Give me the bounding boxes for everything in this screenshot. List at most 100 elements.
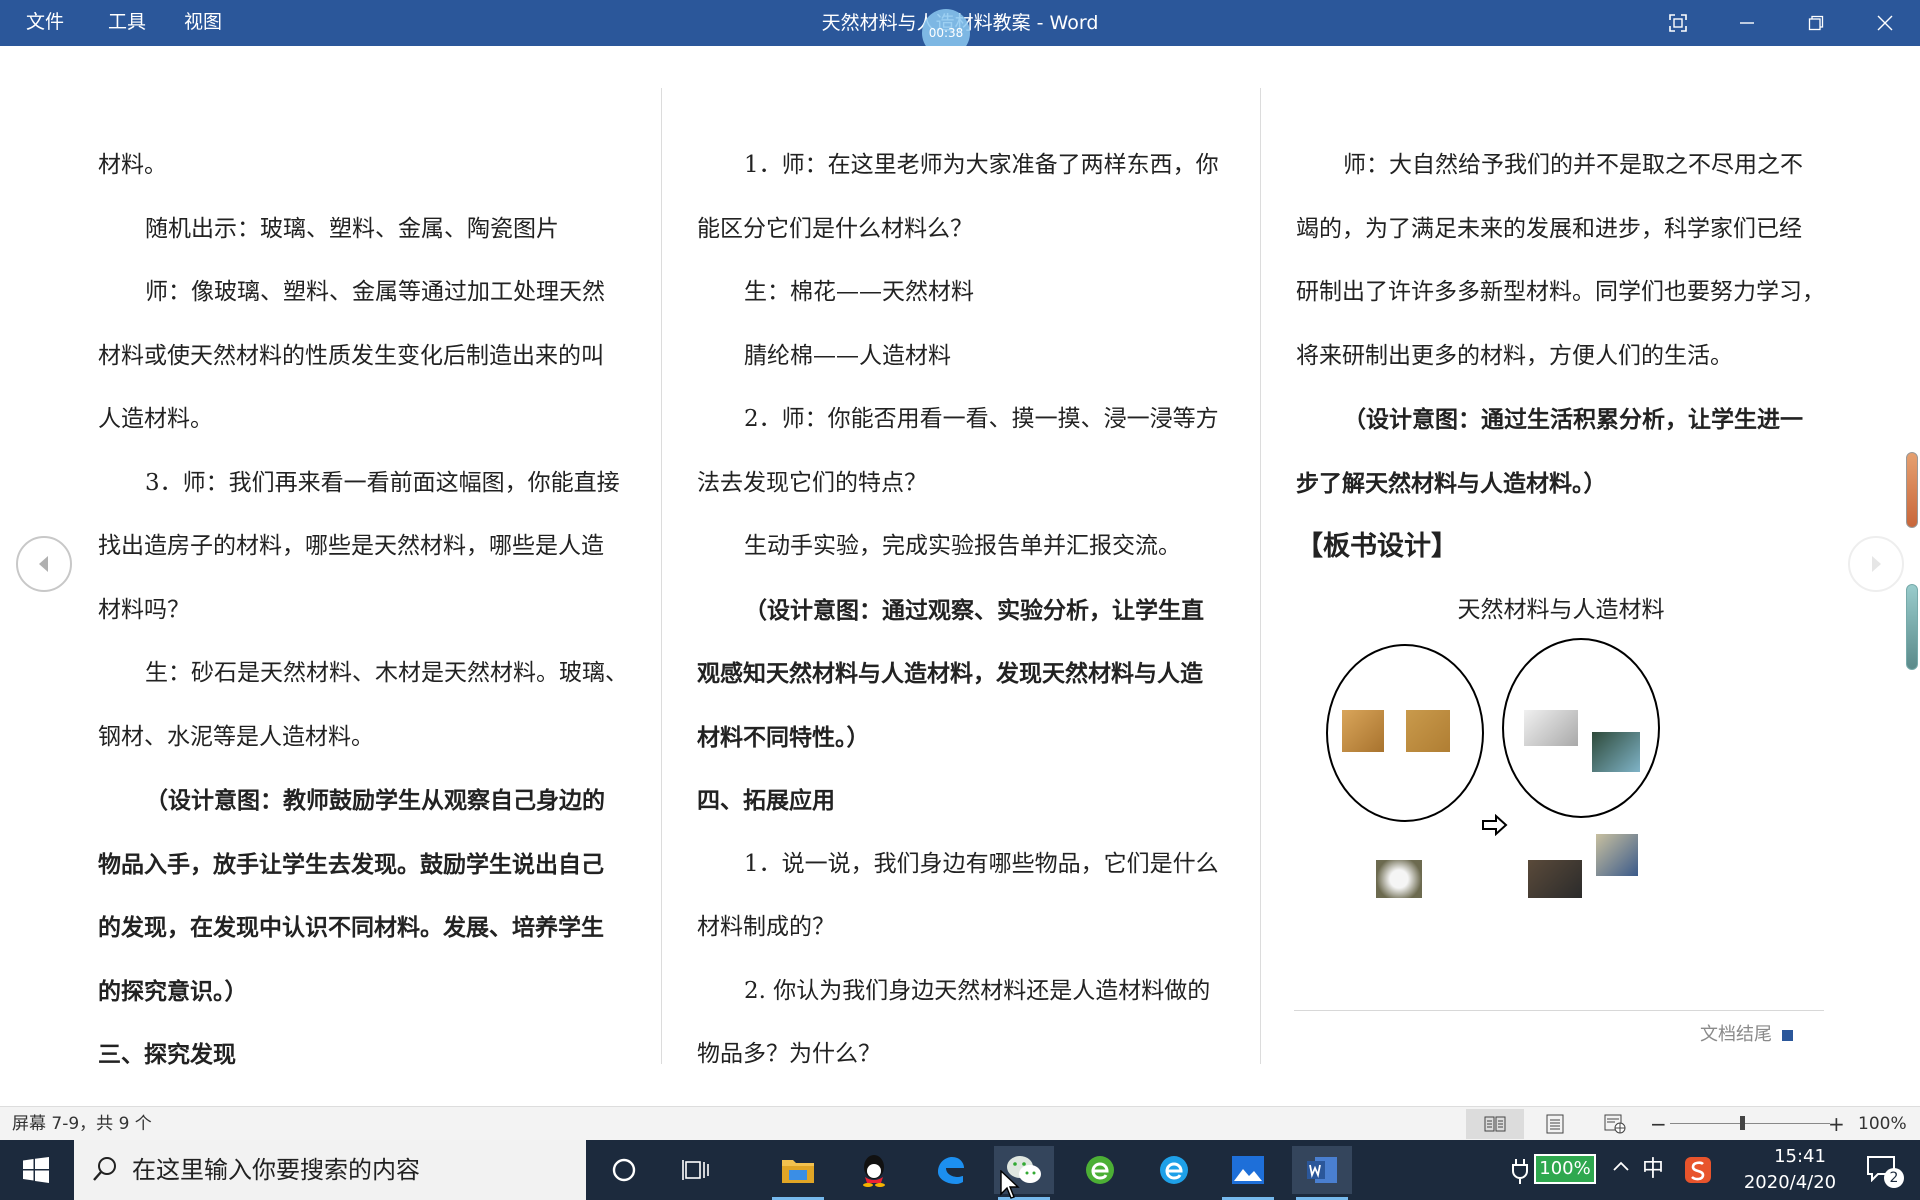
paragraph-line: 2. 你认为我们身边天然材料还是人造材料做的 [744,977,1211,1004]
document-end-marker: 文档结尾 [1700,1020,1793,1046]
browser-e-blue-icon [1160,1156,1188,1184]
paragraph-line: 物品多？为什么？ [697,1041,881,1067]
search-placeholder: 在这里输入你要搜索的内容 [132,1156,420,1184]
chevron-left-icon [39,556,48,572]
paragraph-line: 师：大自然给予我们的并不是取之不尽用之不 [1343,152,1803,178]
ceramics-photo [1524,710,1578,746]
qq-penguin-icon [863,1155,885,1187]
paragraph-line: （设计意图：教师鼓励学生从观察自己身边的 [145,787,605,814]
column-divider [1260,88,1261,1064]
zoom-slider[interactable] [1670,1116,1830,1130]
taskbar-photos[interactable] [1218,1146,1278,1200]
paragraph-line: 师：像玻璃、塑料、金属等通过加工处理天然 [145,279,605,305]
close-button[interactable] [1857,0,1913,46]
scroll-thumb[interactable] [1906,452,1918,528]
zoom-level[interactable]: 100% [1858,1107,1907,1141]
doc-end-separator [1294,1010,1824,1011]
arrow-right-icon [1482,814,1508,836]
wood-photo [1342,710,1384,752]
paragraph-line: 随机出示：玻璃、塑料、金属、陶瓷图片 [145,215,559,242]
doc-end-square-icon [1782,1029,1793,1041]
start-button[interactable] [6,1146,66,1194]
paragraph-line: 竭的，为了满足未来的发展和进步，科学家们已经 [1296,215,1802,242]
search-icon [93,1157,116,1181]
scroll-indicator[interactable] [1906,584,1918,670]
restore-button[interactable] [1788,0,1844,46]
glass-bottles-photo [1592,732,1640,772]
power-plug-icon[interactable] [1510,1158,1530,1188]
restore-icon [1808,15,1824,31]
read-mode-button[interactable] [1466,1109,1524,1139]
paragraph-line: 三、探究发现 [98,1041,236,1068]
section-heading: 【板书设计】 [1296,531,1458,562]
minimize-button[interactable] [1719,0,1775,46]
chevron-right-icon [1872,556,1881,572]
paragraph-line: 1．师：在这里老师为大家准备了两样东西，你 [744,152,1219,178]
clock-date[interactable]: 2020/4/20 [1720,1172,1860,1193]
print-layout-button[interactable] [1526,1109,1584,1139]
sogou-input-icon[interactable] [1684,1156,1712,1188]
paragraph-line: 生：砂石是天然材料、木材是天然材料。玻璃、 [145,660,628,686]
zoom-in-button[interactable]: + [1828,1107,1845,1141]
minimize-icon [1740,22,1754,24]
column-divider [661,88,662,1064]
battery-indicator[interactable]: 100% [1534,1154,1596,1184]
stones-photo [1528,860,1582,898]
paragraph-line: 材料或使天然材料的性质发生变化后制造出来的叫 [98,342,604,369]
paragraph-line: 材料吗？ [98,596,190,623]
action-center-button[interactable]: 2 [1866,1154,1906,1188]
zoom-slider-thumb[interactable] [1740,1116,1745,1130]
document-column-right: 师：大自然给予我们的并不是取之不尽用之不竭的，为了满足未来的发展和进步，科学家们… [1296,134,1826,642]
document-area: 材料。随机出示：玻璃、塑料、金属、陶瓷图片师：像玻璃、塑料、金属等通过加工处理天… [0,46,1920,1106]
paragraph-line: 材料不同特性。） [697,723,870,751]
task-view-icon [682,1160,709,1180]
focus-mode-button[interactable] [1650,0,1706,46]
board-design-diagram [1300,636,1700,906]
read-mode-icon [1484,1116,1506,1132]
chevron-up-icon[interactable] [1612,1158,1630,1180]
ime-indicator[interactable]: 中 [1642,1140,1664,1200]
windows-logo-icon [23,1157,49,1183]
notification-count-badge: 2 [1884,1168,1904,1188]
paragraph-line: 研制出了许许多多新型材料。同学们也要努力学习， [1296,279,1825,305]
status-bar: 屏幕 7-9，共 9 个 − + 100% [0,1106,1920,1140]
taskbar-word[interactable] [1292,1146,1352,1200]
cotton-photo [1376,860,1422,898]
taskbar-browser-blue[interactable] [1144,1146,1204,1194]
edge-browser-icon [938,1157,964,1184]
paragraph-line: 腈纶棉——人造材料 [744,342,951,369]
photos-mountain-icon [1232,1156,1264,1184]
paragraph-line: 1．说一说，我们身边有哪些物品，它们是什么 [744,850,1219,877]
paragraph-line: 人造材料。 [98,406,213,432]
cortana-circle-icon [612,1158,636,1182]
paragraph-line: 能区分它们是什么材料么？ [697,215,973,242]
taskbar-file-explorer[interactable] [768,1146,828,1200]
next-page-button[interactable] [1848,536,1904,592]
paragraph-line: 材料制成的？ [697,914,835,940]
task-view-button[interactable] [666,1146,726,1194]
sand-photo [1406,710,1450,752]
paragraph-line: 材料。 [98,152,167,178]
paragraph-line: （设计意图：通过生活积累分析，让学生进一 [1343,406,1803,433]
taskbar-edge[interactable] [920,1146,980,1194]
mouse-cursor-icon [1000,1170,1020,1199]
paragraph-line: 天然材料与人造材料 [1457,596,1665,623]
taskbar-qq[interactable] [844,1146,904,1194]
clock-time[interactable]: 15:41 [1740,1146,1860,1167]
paragraph-line: 钢材、水泥等是人造材料。 [98,723,374,750]
taskbar-search-box[interactable]: 在这里输入你要搜索的内容 [74,1140,586,1200]
zoom-out-button[interactable]: − [1650,1107,1667,1141]
previous-page-button[interactable] [16,536,72,592]
taskbar-browser-green[interactable] [1070,1146,1130,1194]
taskbar: 在这里输入你要搜索的内容 100% 中 15:41 2020/4/20 2 [0,1140,1920,1200]
browser-e-green-icon [1086,1156,1114,1184]
paragraph-line: 生动手实验，完成实验报告单并汇报交流。 [744,533,1181,559]
paragraph-line: 步了解天然材料与人造材料。） [1296,469,1607,497]
paragraph-line: 将来研制出更多的材料，方便人们的生活。 [1296,342,1733,369]
web-layout-button[interactable] [1586,1109,1644,1139]
screen-count: 屏幕 7-9，共 9 个 [12,1114,152,1134]
document-column-middle: 1．师：在这里老师为大家准备了两样东西，你 能区分它们是什么材料么？ 生：棉花——天… [697,134,1227,1087]
cortana-button[interactable] [594,1146,654,1194]
porcelain-vase-photo [1596,834,1638,876]
web-layout-icon [1604,1114,1626,1134]
